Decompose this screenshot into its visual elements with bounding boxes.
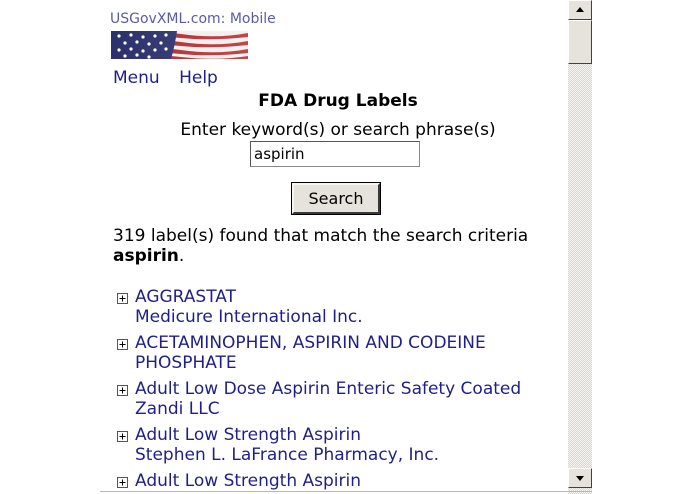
result-name[interactable]: AGGRASTAT [135, 287, 568, 307]
mobile-viewport: USGovXML.com: Mobile Menu Help FDA Drug … [100, 0, 568, 494]
site-title-link[interactable]: USGovXML.com: Mobile [110, 11, 276, 27]
result-name[interactable]: Adult Low Strength Aspirin [135, 425, 568, 445]
result-name[interactable]: Adult Low Strength Aspirin [135, 471, 568, 491]
results-summary: 319 label(s) found that match the search… [113, 226, 563, 266]
list-item: Adult Low Dose Aspirin Enteric Safety Co… [117, 379, 568, 419]
results-search-term: aspirin [113, 246, 179, 266]
viewport-bottom-border [100, 491, 592, 492]
scroll-down-button[interactable] [568, 468, 592, 488]
vertical-scrollbar[interactable] [568, 0, 592, 494]
search-button[interactable]: Search [292, 183, 380, 214]
result-name[interactable]: Adult Low Dose Aspirin Enteric Safety Co… [135, 379, 568, 399]
nav-bar: Menu Help [113, 68, 232, 88]
search-input[interactable] [250, 141, 420, 167]
result-name[interactable]: ACETAMINOPHEN, ASPIRIN AND CODEINE PHOSP… [135, 333, 568, 373]
us-flag-icon [111, 31, 248, 59]
page-title: FDA Drug Labels [258, 91, 418, 111]
plus-box-icon[interactable] [117, 477, 128, 488]
menu-link[interactable]: Menu [113, 68, 160, 88]
results-list: AGGRASTAT Medicure International Inc. AC… [117, 287, 568, 494]
plus-box-icon[interactable] [117, 385, 128, 396]
results-count-text: 319 label(s) found that match the search… [113, 226, 529, 246]
list-item: Adult Low Strength Aspirin [117, 471, 568, 491]
scroll-thumb[interactable] [568, 20, 592, 64]
arrow-up-icon [576, 7, 584, 12]
arrow-down-icon [576, 476, 584, 481]
result-company[interactable]: Zandi LLC [135, 399, 568, 419]
result-company[interactable]: Medicure International Inc. [135, 307, 568, 327]
help-link[interactable]: Help [179, 68, 218, 88]
list-item: AGGRASTAT Medicure International Inc. [117, 287, 568, 327]
scroll-up-button[interactable] [568, 0, 592, 20]
plus-box-icon[interactable] [117, 431, 128, 442]
results-period: . [178, 246, 185, 266]
list-item: ACETAMINOPHEN, ASPIRIN AND CODEINE PHOSP… [117, 333, 568, 373]
plus-box-icon[interactable] [117, 339, 128, 350]
search-label: Enter keyword(s) or search phrase(s) [180, 120, 496, 140]
list-item: Adult Low Strength Aspirin Stephen L. La… [117, 425, 568, 465]
result-company[interactable]: Stephen L. LaFrance Pharmacy, Inc. [135, 445, 568, 465]
plus-box-icon[interactable] [117, 293, 128, 304]
